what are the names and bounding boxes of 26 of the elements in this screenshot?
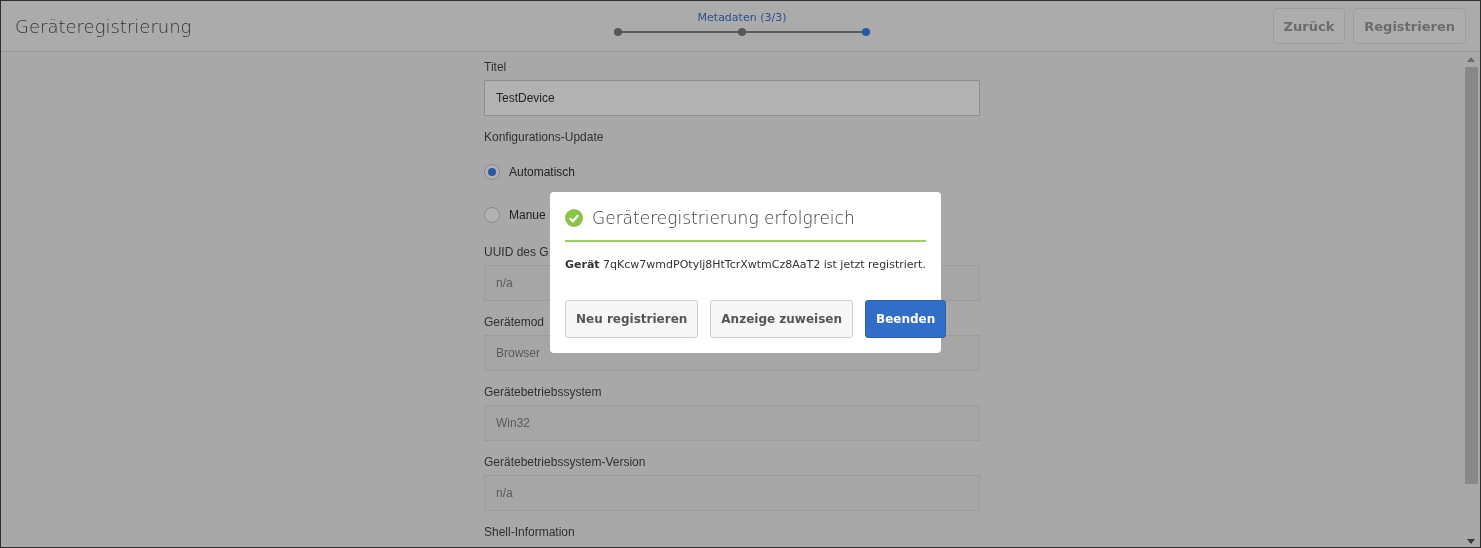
step-dot[interactable]: [862, 28, 870, 36]
dialog-button[interactable]: Neu registrieren: [565, 300, 699, 338]
field-label: Gerätebetriebssystem: [484, 384, 602, 401]
step-label: Metadaten (3/3): [697, 11, 787, 24]
scroll-thumb[interactable]: [1464, 67, 1478, 484]
page-title: Geräteregistrierung: [15, 15, 192, 37]
scroll-down-icon[interactable]: [1467, 539, 1475, 544]
step-dot[interactable]: [738, 28, 746, 36]
field-label: Gerätebetriebssystem-Version: [484, 454, 646, 471]
radio-label: Manue: [509, 207, 546, 222]
field-label: Shell-Information: [484, 524, 575, 541]
radio-button[interactable]: [484, 206, 500, 223]
field-label: UUID des G: [484, 244, 549, 261]
dialog-title: Geräteregistrierung erfolgreich: [592, 208, 855, 228]
dialog-message: Gerät 7qKcw7wmdPOtylj8HtTcrXwtmCz8AaT2 ist jetzt registriert.: [565, 258, 926, 271]
step-dot[interactable]: [614, 28, 622, 36]
field-label: Gerätemod: [484, 314, 545, 331]
field-label: Titel: [484, 59, 507, 76]
input-field[interactable]: TestDevice: [484, 80, 980, 116]
radio-button[interactable]: [484, 163, 500, 180]
dialog-button[interactable]: Beenden: [865, 300, 947, 338]
dialog-button[interactable]: Anzeige zuweisen: [710, 300, 853, 338]
field-label: Konfigurations-Update: [484, 129, 604, 146]
scroll-up-icon[interactable]: [1467, 57, 1475, 62]
radio-label: Automatisch: [509, 164, 576, 179]
success-check-icon: [565, 209, 583, 227]
